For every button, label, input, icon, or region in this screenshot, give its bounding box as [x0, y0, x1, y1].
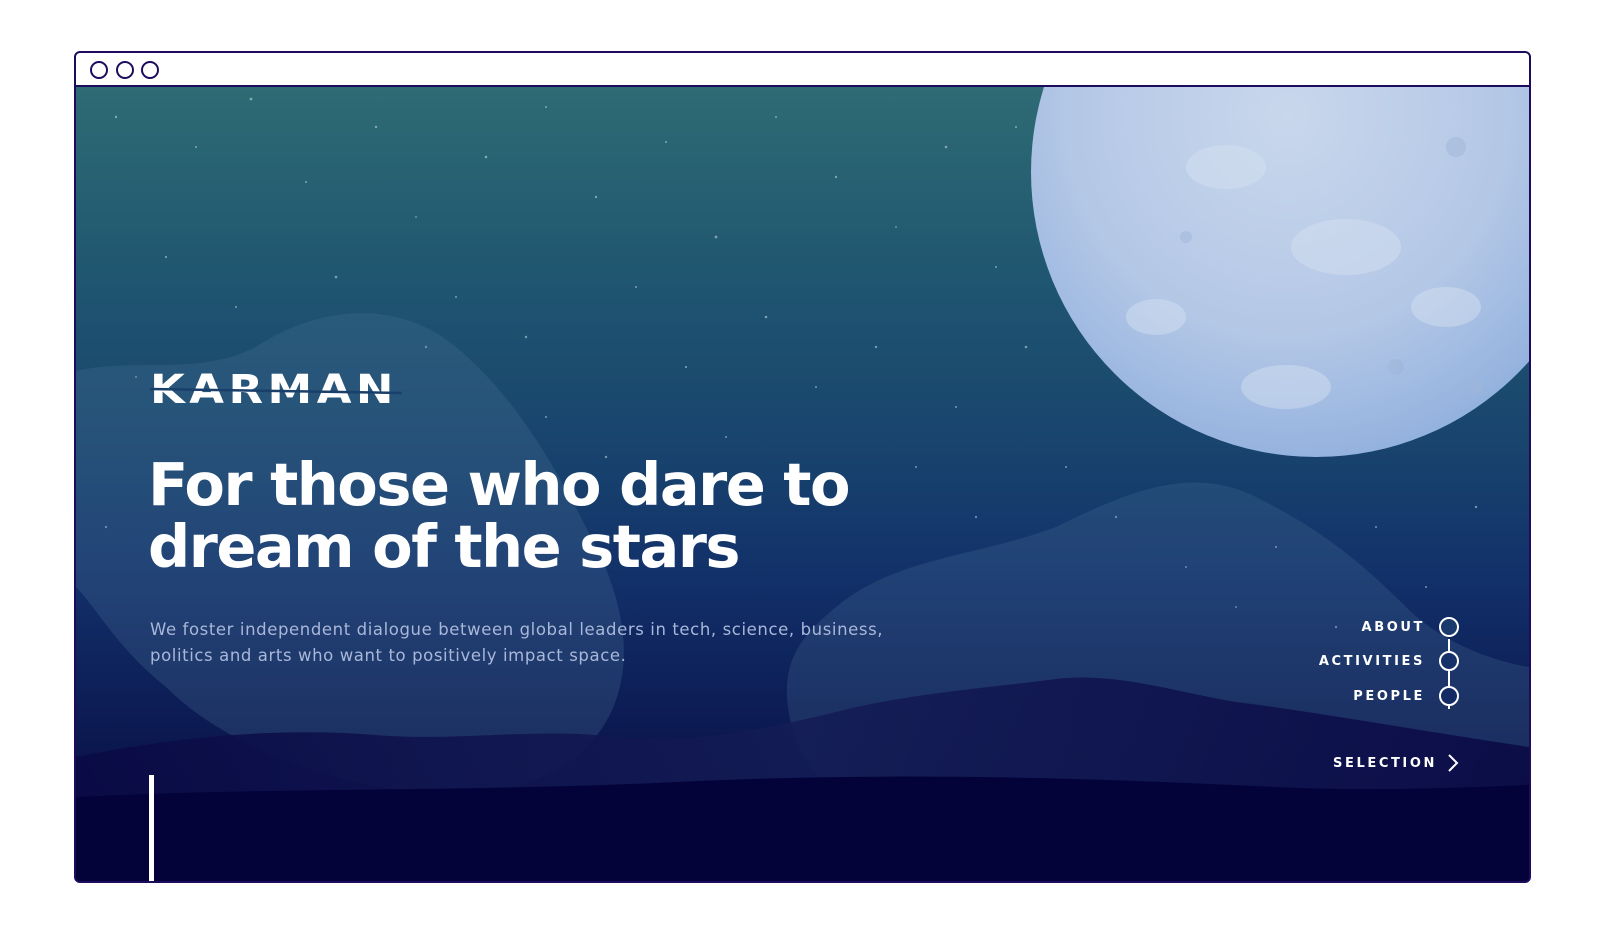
- nav-item-label: ACTIVITIES: [1318, 653, 1425, 669]
- section-nav: ABOUT ACTIVITIES PEOPLE: [1239, 617, 1459, 727]
- nav-item-label: PEOPLE: [1353, 688, 1425, 704]
- window-control-minimize[interactable]: [116, 61, 134, 79]
- selection-link[interactable]: SELECTION: [1333, 753, 1459, 773]
- nav-item-about[interactable]: ABOUT: [1362, 617, 1459, 637]
- circle-outline-icon: [1439, 617, 1459, 637]
- scroll-indicator: [149, 775, 154, 881]
- nav-item-people[interactable]: PEOPLE: [1353, 686, 1459, 706]
- window-control-close[interactable]: [90, 61, 108, 79]
- hero-section: KARMAN For those who dare to dream of th…: [76, 87, 1529, 881]
- browser-window: KARMAN For those who dare to dream of th…: [74, 51, 1531, 883]
- nav-item-activities[interactable]: ACTIVITIES: [1319, 651, 1459, 671]
- chevron-right-icon: [1448, 754, 1459, 772]
- ground: [76, 776, 1529, 881]
- hero-subtitle: We foster independent dialogue between g…: [150, 620, 884, 665]
- moon: [1031, 87, 1529, 457]
- karman-logo[interactable]: KARMAN: [150, 369, 402, 407]
- window-titlebar: [76, 53, 1529, 87]
- svg-text:KARMAN: KARMAN: [150, 369, 398, 407]
- circle-outline-icon: [1439, 651, 1459, 671]
- hero-headline: For those who dare to dream of the stars: [148, 450, 851, 581]
- window-control-maximize[interactable]: [141, 61, 159, 79]
- circle-outline-icon: [1439, 686, 1459, 706]
- nav-item-label: ABOUT: [1361, 619, 1425, 635]
- selection-label: SELECTION: [1333, 755, 1437, 771]
